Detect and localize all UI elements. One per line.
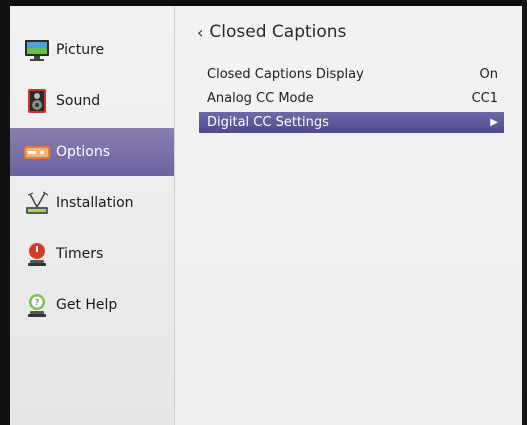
sidebar-item-installation[interactable]: Installation [10, 179, 174, 227]
sidebar: Picture Sound Options Installation Timer… [10, 6, 175, 425]
menu-row-label: Closed Captions Display [207, 67, 364, 82]
bezel-right [522, 0, 527, 425]
page-title-text: Closed Captions [209, 22, 347, 42]
svg-text:?: ? [35, 298, 39, 307]
menu-row-value: CC1 [471, 91, 498, 106]
monitor-icon [25, 40, 49, 61]
chevron-right-icon: ▶ [490, 117, 498, 128]
sidebar-item-get-help[interactable]: ? Get Help [10, 281, 174, 329]
menu-row-analog-cc-mode[interactable]: Analog CC Mode CC1 [199, 88, 504, 109]
menu-row-label: Analog CC Mode [207, 91, 314, 106]
main-panel: ‹ Closed Captions Closed Captions Displa… [175, 6, 522, 425]
antenna-icon [26, 191, 49, 214]
sidebar-item-sound[interactable]: Sound [10, 77, 174, 125]
help-icon: ? [28, 294, 46, 317]
sidebar-item-label: Get Help [56, 297, 118, 313]
sidebar-item-picture[interactable]: Picture [10, 26, 174, 74]
tv-screen: Picture Sound Options Installation Timer… [0, 0, 527, 425]
timer-icon [28, 243, 46, 266]
sidebar-item-options[interactable]: Options [10, 128, 174, 176]
sidebar-item-timers[interactable]: Timers [10, 230, 174, 278]
page-title: ‹ Closed Captions [197, 22, 346, 42]
speaker-icon [28, 89, 46, 113]
sidebar-item-label: Sound [56, 93, 101, 109]
menu-row-value: On [479, 67, 498, 82]
sidebar-item-label: Options [56, 144, 111, 160]
sidebar-item-label: Picture [56, 42, 105, 58]
options-icon [24, 146, 50, 159]
sidebar-item-label: Timers [56, 246, 104, 262]
menu-row-closed-captions-display[interactable]: Closed Captions Display On [199, 64, 504, 85]
menu-row-label: Digital CC Settings [207, 115, 329, 130]
sidebar-item-label: Installation [56, 195, 134, 211]
bezel-left [0, 0, 10, 425]
menu-row-digital-cc-settings[interactable]: Digital CC Settings ▶ [199, 112, 504, 133]
back-chevron-icon[interactable]: ‹ [197, 23, 203, 42]
